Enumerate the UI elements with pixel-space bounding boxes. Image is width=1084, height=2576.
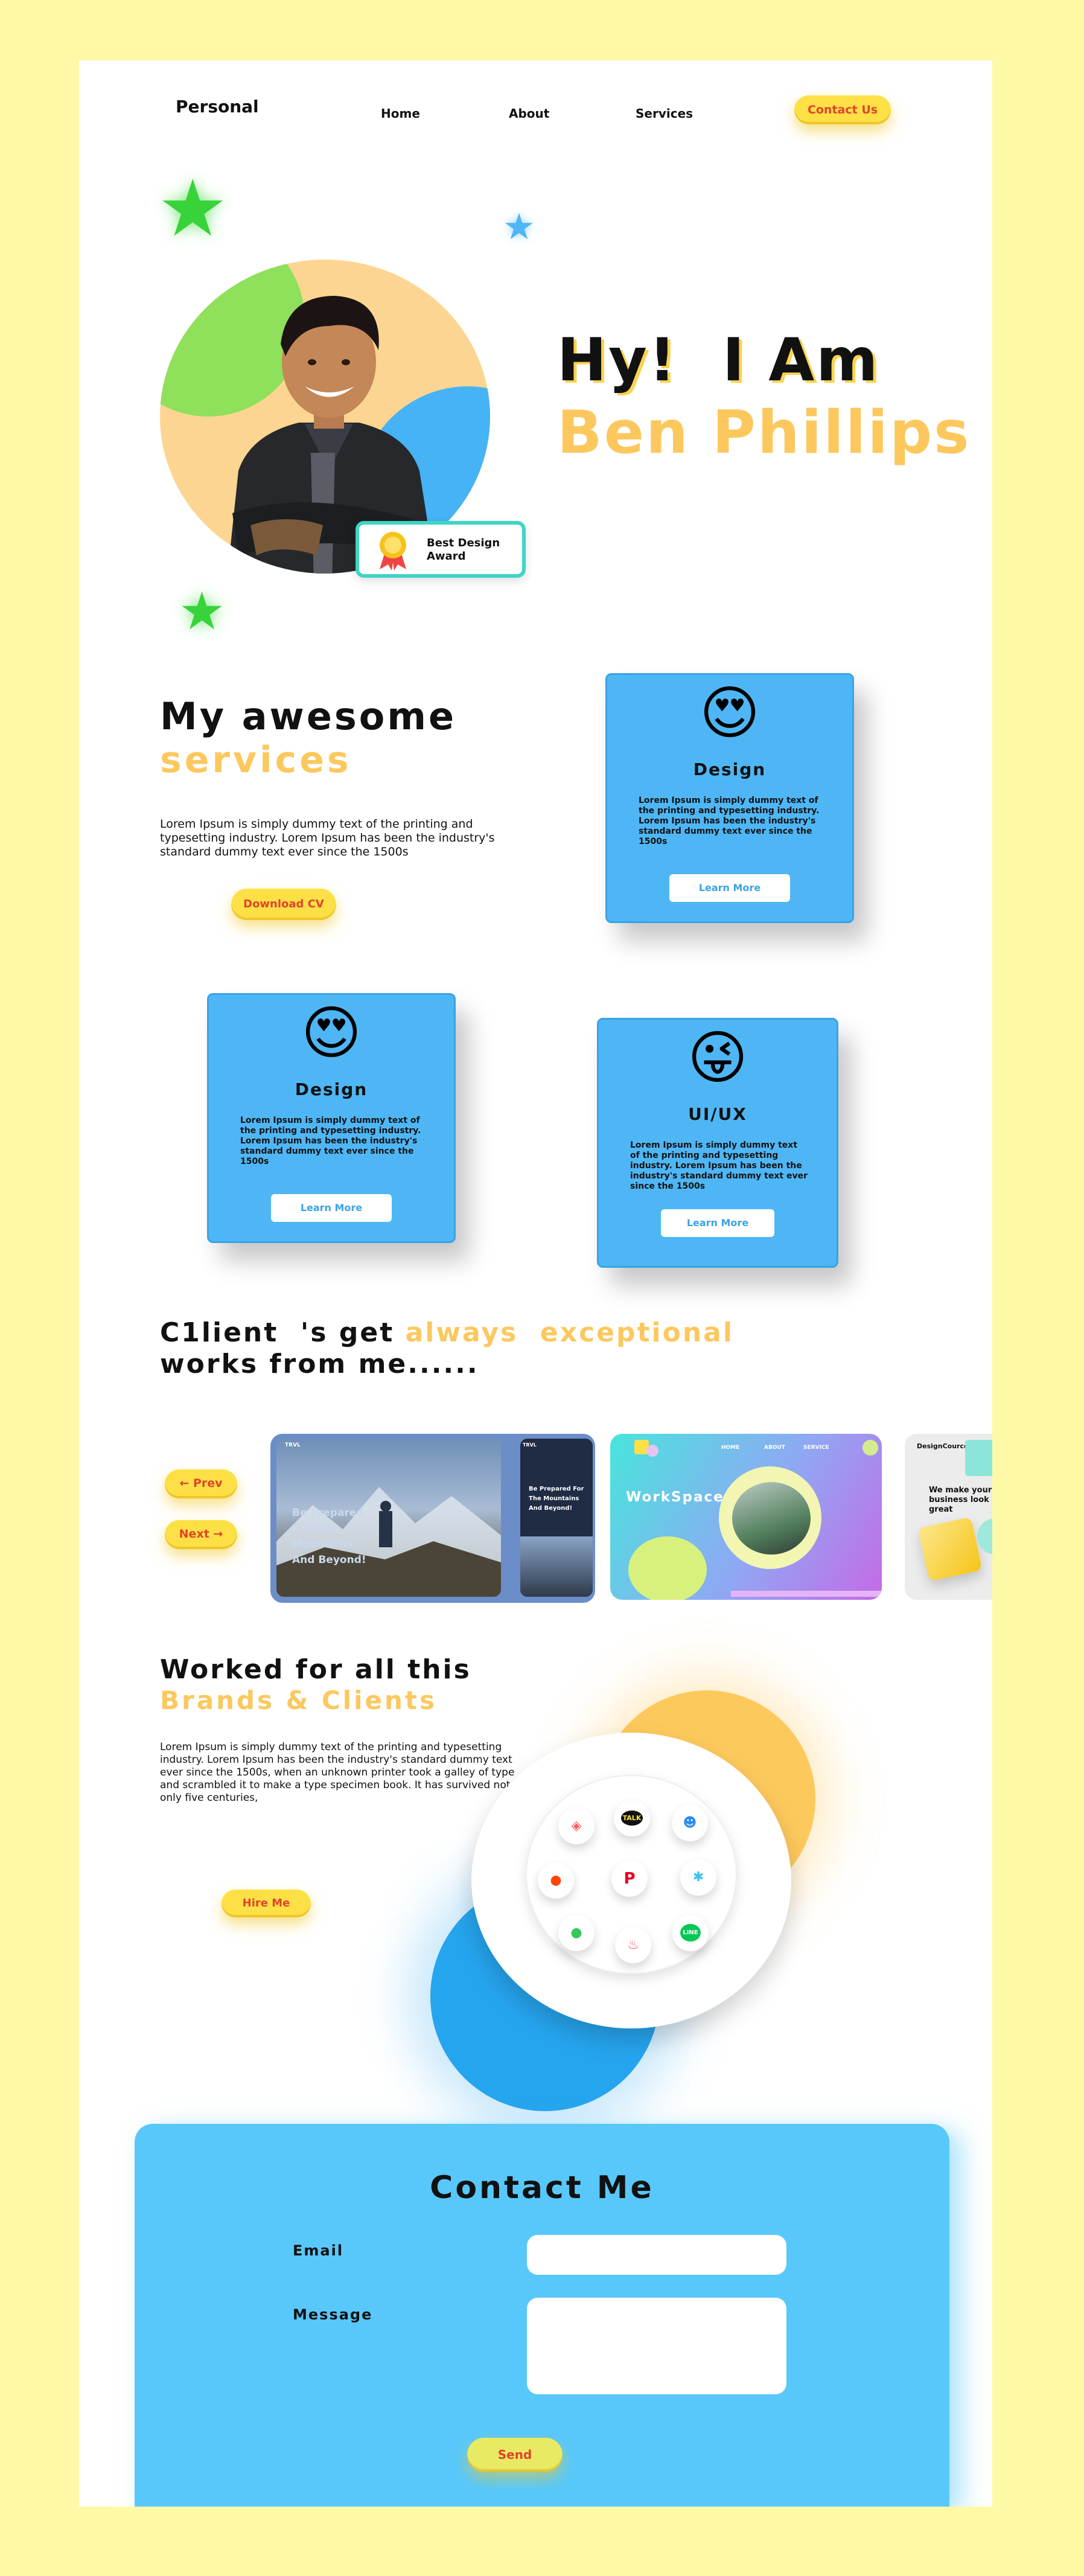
send-button[interactable]: Send bbox=[467, 2438, 563, 2472]
travel-headline: Be Prepared For The Mountains And Beyond… bbox=[292, 1507, 366, 1566]
download-cv-button[interactable]: Download CV bbox=[231, 889, 336, 920]
brands-description: Lorem Ipsum is simply dummy text of the … bbox=[160, 1741, 515, 1804]
email-label: Email bbox=[293, 2242, 344, 2259]
medal-icon bbox=[380, 532, 406, 570]
travel-mobile-logo: TRVL bbox=[523, 1442, 537, 1448]
arrow-right-icon: → bbox=[213, 1527, 223, 1541]
contact-us-button[interactable]: Contact Us bbox=[794, 95, 891, 124]
workspace-circle bbox=[719, 1466, 821, 1569]
brand-logo[interactable]: Personal bbox=[176, 97, 259, 117]
message-label: Message bbox=[293, 2306, 373, 2323]
card-text: Lorem Ipsum is simply dummy text of the … bbox=[240, 1116, 421, 1166]
services-description: Lorem Ipsum is simply dummy text of the … bbox=[160, 817, 495, 858]
next-button[interactable]: Next → bbox=[165, 1520, 237, 1549]
project-screenshot-workspace[interactable]: HOME ABOUT SERVICE WorkSpaceCO. bbox=[610, 1434, 882, 1600]
travel-mobile-headline: Be Prepared For The Mountains And Beyond… bbox=[529, 1486, 584, 1512]
clients-title-highlight: always exceptional bbox=[405, 1317, 734, 1348]
brands-title: Worked for all this bbox=[160, 1654, 471, 1685]
slack-icon: ✱ bbox=[680, 1859, 716, 1896]
card-title: Design bbox=[295, 1079, 368, 1099]
service-card-design-2: 😍 Design Lorem Ipsum is simply dummy tex… bbox=[207, 993, 456, 1243]
kakaotalk-icon: TALK bbox=[614, 1800, 650, 1836]
designcourse-tagline: We make your business look great bbox=[929, 1486, 992, 1514]
finder-icon: ☻ bbox=[672, 1805, 708, 1841]
message-field[interactable] bbox=[527, 2298, 786, 2394]
card-title: Design bbox=[693, 759, 767, 779]
hero-name: Ben Phillips bbox=[557, 398, 971, 467]
prev-button[interactable]: ← Prev bbox=[165, 1469, 237, 1498]
workspace-nav-about: ABOUT bbox=[764, 1445, 785, 1451]
service-card-uiux: 😜 UI/UX Lorem Ipsum is simply dummy text… bbox=[597, 1018, 838, 1268]
pinterest-icon: P bbox=[611, 1861, 648, 1897]
contact-title: Contact Me bbox=[430, 2170, 654, 2206]
project-screenshot-travel[interactable]: TRVL Be Prepared For The Mountains And B… bbox=[270, 1434, 595, 1603]
travel-hero-image: TRVL Be Prepared For The Mountains And B… bbox=[276, 1439, 501, 1597]
services-subtitle: services bbox=[160, 739, 352, 781]
star-icon: ★ bbox=[503, 206, 535, 248]
workspace-nav-home: HOME bbox=[721, 1445, 740, 1451]
messages-icon: ● bbox=[558, 1915, 595, 1951]
designcourse-brand: DesignCource bbox=[917, 1442, 969, 1450]
travel-logo: TRVL bbox=[285, 1442, 301, 1448]
reddit-icon: ● bbox=[538, 1862, 574, 1899]
services-title: My awesome bbox=[160, 694, 457, 738]
clients-title-line2: works from me...... bbox=[160, 1349, 479, 1379]
workspace-nav-service: SERVICE bbox=[803, 1445, 829, 1451]
nav-about[interactable]: About bbox=[509, 106, 549, 121]
card-text: Lorem Ipsum is simply dummy text of the … bbox=[639, 796, 820, 846]
hero-greeting: Hy! I Am bbox=[557, 326, 880, 395]
winking-emoji-icon: 😜 bbox=[687, 1024, 748, 1091]
brand-logos-orb: ◈ TALK ☻ ● P ✱ ● ♨ LINE bbox=[471, 1733, 791, 2028]
contact-section: Contact Me Email Message Send bbox=[135, 2124, 949, 2507]
prev-label: Prev bbox=[193, 1477, 223, 1490]
airbnb-icon: ◈ bbox=[558, 1808, 595, 1844]
card-title: UI/UX bbox=[688, 1104, 747, 1124]
travel-mobile-preview: TRVL Be Prepared For The Mountains And B… bbox=[520, 1439, 593, 1597]
learn-more-button[interactable]: Learn More bbox=[669, 874, 790, 902]
clients-title-part: C1lient 's get bbox=[160, 1317, 406, 1348]
brands-subtitle: Brands & Clients bbox=[160, 1686, 437, 1715]
heart-eyes-emoji-icon: 😍 bbox=[699, 679, 760, 747]
portfolio-page: Personal Home About Services Contact Us … bbox=[79, 60, 992, 2507]
nav-services[interactable]: Services bbox=[636, 106, 693, 121]
project-screenshot-designcourse[interactable]: DesignCource We make your business look … bbox=[905, 1434, 992, 1600]
next-label: Next bbox=[179, 1527, 209, 1541]
learn-more-button[interactable]: Learn More bbox=[271, 1194, 392, 1222]
star-icon: ★ bbox=[158, 162, 228, 254]
nav-home[interactable]: Home bbox=[381, 106, 420, 121]
workspace-blob bbox=[628, 1536, 707, 1600]
tinder-icon: ♨ bbox=[615, 1927, 651, 1963]
hire-me-button[interactable]: Hire Me bbox=[222, 1890, 311, 1917]
cube-illustration bbox=[917, 1517, 983, 1582]
card-text: Lorem Ipsum is simply dummy text of the … bbox=[630, 1140, 808, 1191]
learn-more-button[interactable]: Learn More bbox=[661, 1209, 774, 1237]
best-design-award-badge: Best Design Award bbox=[355, 521, 526, 578]
star-icon: ★ bbox=[179, 581, 226, 642]
arrow-left-icon: ← bbox=[179, 1477, 190, 1490]
service-card-design-1: 😍 Design Lorem Ipsum is simply dummy tex… bbox=[605, 673, 854, 923]
clients-title: C1lient 's get always exceptional works … bbox=[160, 1317, 734, 1380]
line-icon: LINE bbox=[672, 1915, 709, 1951]
award-label: Best Design Award bbox=[427, 537, 500, 563]
email-field[interactable] bbox=[527, 2235, 786, 2275]
heart-eyes-emoji-icon: 😍 bbox=[301, 999, 362, 1067]
